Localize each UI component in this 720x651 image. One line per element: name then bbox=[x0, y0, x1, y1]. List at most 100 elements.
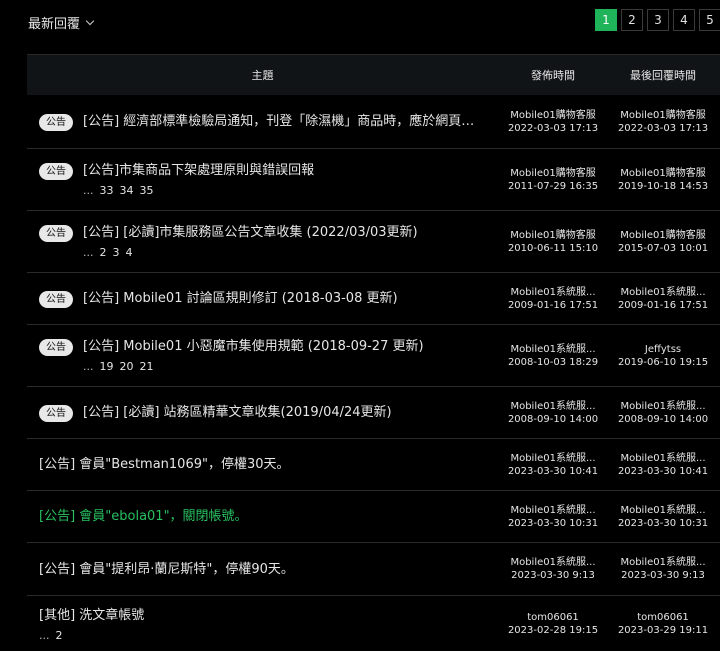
announcement-badge: 公告 bbox=[39, 225, 73, 242]
topic-page-link[interactable]: 2 bbox=[56, 629, 63, 642]
topic-title-link[interactable]: [公告] 會員"提利昂·蘭尼斯特"，停權90天。 bbox=[39, 561, 294, 578]
timestamp: 2011-07-29 16:35 bbox=[507, 180, 599, 192]
topic-page-links: ... 33 34 35 bbox=[83, 184, 314, 197]
topic-page-link[interactable]: 4 bbox=[126, 246, 133, 259]
timestamp: 2019-06-10 19:15 bbox=[617, 356, 709, 368]
topic-cell: 公告 [公告] [必讀] 站務區精華文章收集(2019/04/24更新) bbox=[27, 404, 498, 422]
topic-page-link[interactable]: 2 bbox=[100, 246, 107, 259]
author-link[interactable]: Mobile01購物客服 bbox=[608, 229, 718, 242]
topic-title-link[interactable]: [其他] 洗文章帳號 bbox=[39, 607, 144, 624]
table-header: 主題 發佈時間 最後回覆時間 bbox=[27, 54, 720, 95]
last-reply-cell: Mobile01購物客服 2015-07-03 10:01 bbox=[608, 229, 718, 255]
topic-page-link[interactable]: 3 bbox=[113, 246, 120, 259]
topic-page-link[interactable]: 35 bbox=[140, 184, 154, 197]
author-link[interactable]: Mobile01系統服... bbox=[498, 343, 608, 356]
author-link[interactable]: Mobile01購物客服 bbox=[608, 109, 718, 122]
topic-title-link[interactable]: [公告] 經濟部標準檢驗局通知，刊登「除濕機」商品時，應於網頁明確... bbox=[83, 113, 483, 130]
last-reply-cell: Jeffytss 2019-06-10 19:15 bbox=[608, 343, 718, 369]
topic-title-link[interactable]: [公告] [必讀]市集服務區公告文章收集 (2022/03/03更新) bbox=[83, 224, 418, 241]
table-row: [公告] 會員"Bestman1069"，停權30天。 Mobile01系統服..… bbox=[27, 439, 720, 491]
author-link[interactable]: Mobile01購物客服 bbox=[498, 167, 608, 180]
ellipsis: ... bbox=[39, 628, 50, 642]
ellipsis: ... bbox=[83, 360, 94, 373]
posted-cell: Mobile01購物客服 2010-06-11 15:10 bbox=[498, 229, 608, 255]
announcement-badge: 公告 bbox=[39, 339, 73, 356]
table-row: 公告 [公告] Mobile01 小惡魔市集使用規範 (2018-09-27 更新… bbox=[27, 325, 720, 387]
last-reply-cell: Mobile01購物客服 2022-03-03 17:13 bbox=[608, 109, 718, 135]
author-link[interactable]: Jeffytss bbox=[608, 343, 718, 356]
timestamp: 2023-03-30 9:13 bbox=[621, 570, 705, 581]
timestamp: 2023-03-30 10:31 bbox=[617, 517, 709, 529]
author-link[interactable]: tom06061 bbox=[498, 611, 608, 624]
timestamp: 2009-01-16 17:51 bbox=[507, 299, 599, 311]
timestamp: 2008-09-10 14:00 bbox=[617, 413, 709, 425]
title-block: [公告] Mobile01 小惡魔市集使用規範 (2018-09-27 更新).… bbox=[83, 338, 424, 373]
last-reply-cell: Mobile01系統服... 2023-03-30 10:41 bbox=[608, 452, 718, 478]
author-link[interactable]: Mobile01系統服... bbox=[608, 286, 718, 299]
topic-cell: 公告 [公告]市集商品下架處理原則與錯誤回報... 33 34 35 bbox=[27, 162, 498, 197]
page-button-2[interactable]: 2 bbox=[621, 9, 643, 31]
title-block: [公告]市集商品下架處理原則與錯誤回報... 33 34 35 bbox=[83, 162, 314, 197]
timestamp: 2010-06-11 15:10 bbox=[507, 242, 599, 254]
topic-cell: 公告 [公告] Mobile01 討論區規則修訂 (2018-03-08 更新) bbox=[27, 290, 498, 308]
author-link[interactable]: Mobile01系統服... bbox=[608, 556, 718, 569]
posted-cell: Mobile01購物客服 2022-03-03 17:13 bbox=[498, 109, 608, 135]
timestamp: 2009-01-16 17:51 bbox=[617, 299, 709, 311]
topic-page-link[interactable]: 20 bbox=[120, 360, 134, 373]
timestamp: 2008-10-03 18:29 bbox=[507, 356, 599, 368]
author-link[interactable]: Mobile01購物客服 bbox=[608, 167, 718, 180]
table-row: 公告 [公告] [必讀]市集服務區公告文章收集 (2022/03/03更新)...… bbox=[27, 211, 720, 273]
ellipsis: ... bbox=[83, 184, 94, 197]
timestamp: 2022-03-03 17:13 bbox=[617, 122, 709, 134]
author-link[interactable]: tom06061 bbox=[608, 611, 718, 624]
posted-cell: Mobile01購物客服 2011-07-29 16:35 bbox=[498, 167, 608, 193]
title-block: [公告] 會員"提利昂·蘭尼斯特"，停權90天。 bbox=[39, 561, 294, 578]
page-button-3[interactable]: 3 bbox=[647, 9, 669, 31]
topic-page-link[interactable]: 34 bbox=[120, 184, 134, 197]
author-link[interactable]: Mobile01系統服... bbox=[608, 504, 718, 517]
topic-cell: [公告] 會員"ebola01"，關閉帳號。 bbox=[27, 508, 498, 525]
page-button-5[interactable]: 5 bbox=[699, 9, 720, 31]
author-link[interactable]: Mobile01購物客服 bbox=[498, 229, 608, 242]
author-link[interactable]: Mobile01系統服... bbox=[498, 400, 608, 413]
title-block: [公告] Mobile01 討論區規則修訂 (2018-03-08 更新) bbox=[83, 290, 398, 307]
table-row: 公告 [公告] [必讀] 站務區精華文章收集(2019/04/24更新) Mobil… bbox=[27, 387, 720, 439]
topic-title-link[interactable]: [公告]市集商品下架處理原則與錯誤回報 bbox=[83, 162, 314, 179]
author-link[interactable]: Mobile01系統服... bbox=[498, 452, 608, 465]
sort-dropdown[interactable]: 最新回覆 bbox=[28, 13, 95, 32]
announcement-badge: 公告 bbox=[39, 113, 73, 131]
header-posted: 發佈時間 bbox=[531, 69, 575, 82]
topic-title-link[interactable]: [公告] Mobile01 小惡魔市集使用規範 (2018-09-27 更新) bbox=[83, 338, 424, 355]
ellipsis: ... bbox=[83, 246, 94, 259]
timestamp: 2023-03-30 10:41 bbox=[507, 465, 599, 477]
announcement-badge: 公告 bbox=[39, 290, 73, 308]
author-link[interactable]: Mobile01系統服... bbox=[498, 504, 608, 517]
posted-cell: Mobile01系統服... 2008-09-10 14:00 bbox=[498, 400, 608, 426]
topic-title-link[interactable]: [公告] 會員"Bestman1069"，停權30天。 bbox=[39, 456, 290, 473]
timestamp: 2015-07-03 10:01 bbox=[617, 242, 709, 254]
author-link[interactable]: Mobile01系統服... bbox=[608, 452, 718, 465]
topic-title-link[interactable]: [公告] [必讀] 站務區精華文章收集(2019/04/24更新) bbox=[83, 404, 392, 421]
timestamp: 2022-03-03 17:13 bbox=[507, 122, 599, 134]
topic-page-link[interactable]: 21 bbox=[140, 360, 154, 373]
sort-label: 最新回覆 bbox=[28, 17, 81, 32]
title-block: [公告] 會員"ebola01"，關閉帳號。 bbox=[39, 508, 248, 525]
author-link[interactable]: Mobile01系統服... bbox=[498, 556, 608, 569]
timestamp: 2023-03-30 10:31 bbox=[507, 517, 599, 529]
posted-cell: Mobile01系統服... 2023-03-30 10:31 bbox=[498, 504, 608, 530]
topic-page-links: ... 2 bbox=[39, 629, 144, 642]
topic-title-link[interactable]: [公告] Mobile01 討論區規則修訂 (2018-03-08 更新) bbox=[83, 290, 398, 307]
author-link[interactable]: Mobile01購物客服 bbox=[498, 109, 608, 122]
posted-cell: tom06061 2023-02-28 19:15 bbox=[498, 611, 608, 637]
page-button-1[interactable]: 1 bbox=[595, 9, 617, 31]
topic-cell: [其他] 洗文章帳號... 2 bbox=[27, 607, 498, 642]
table-body: 公告 [公告] 經濟部標準檢驗局通知，刊登「除濕機」商品時，應於網頁明確... Mo… bbox=[27, 95, 720, 651]
author-link[interactable]: Mobile01系統服... bbox=[608, 400, 718, 413]
author-link[interactable]: Mobile01系統服... bbox=[498, 286, 608, 299]
header-last-reply: 最後回覆時間 bbox=[630, 69, 696, 82]
topic-page-link[interactable]: 19 bbox=[100, 360, 114, 373]
topic-page-link[interactable]: 33 bbox=[100, 184, 114, 197]
title-block: [公告] 會員"Bestman1069"，停權30天。 bbox=[39, 456, 290, 473]
page-button-4[interactable]: 4 bbox=[673, 9, 695, 31]
topic-title-link[interactable]: [公告] 會員"ebola01"，關閉帳號。 bbox=[39, 508, 248, 525]
